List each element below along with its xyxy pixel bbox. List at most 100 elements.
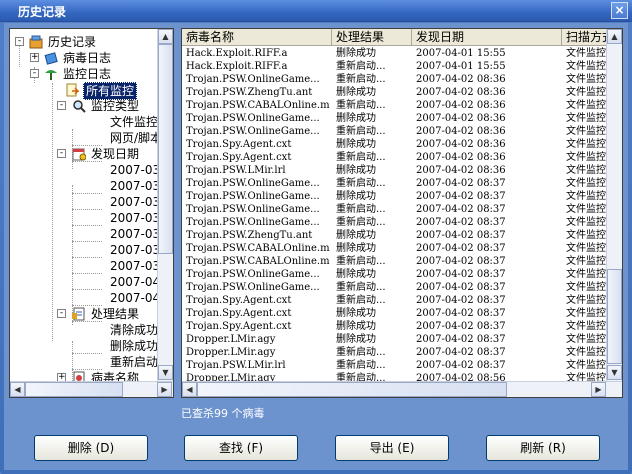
- table-row[interactable]: Trojan.PSW.LMir.lrl 删除成功 2007-04-02 08:36 文…: [182, 164, 608, 177]
- collapse-icon[interactable]: -: [57, 149, 66, 158]
- tree-node-date[interactable]: 2007-03: [10, 210, 160, 226]
- tree-node-date[interactable]: 2007-03: [10, 162, 160, 178]
- collapse-icon[interactable]: -: [30, 69, 39, 78]
- tree-node-date[interactable]: 2007-03: [10, 226, 161, 242]
- tree-node-result[interactable]: - 处理结果: [10, 306, 158, 322]
- tree-node-all-monitors[interactable]: 所有监控: [10, 82, 158, 100]
- tree-horizontal-scrollbar[interactable]: ◀ ▶: [10, 381, 173, 397]
- tree-node-label: 处理结果: [91, 307, 140, 321]
- scroll-left-icon[interactable]: ◀: [10, 382, 25, 397]
- scroll-down-icon[interactable]: ▼: [607, 365, 622, 380]
- tree-node-label: 2007-04: [110, 291, 161, 305]
- title-bar[interactable]: 历史记录 ×: [0, 0, 632, 22]
- table-row[interactable]: Trojan.PSW.ZhengTu.ant 删除成功 2007-04-02 08:…: [182, 86, 608, 99]
- scroll-up-icon[interactable]: ▲: [158, 29, 173, 44]
- tree-node-date[interactable]: 2007-04: [10, 290, 161, 306]
- tree-node-label: 历史记录: [48, 35, 97, 49]
- tree-node-monitor-log[interactable]: - 监控日志: [10, 66, 158, 82]
- table-row[interactable]: Trojan.PSW.OnlineGame... 删除成功 2007-04-02 0…: [182, 112, 608, 125]
- scroll-right-icon[interactable]: ▶: [591, 382, 606, 397]
- scroll-down-icon[interactable]: ▼: [158, 365, 173, 380]
- table-row[interactable]: Trojan.PSW.LMir.lrl 重新启动... 2007-04-02 08:…: [182, 359, 608, 372]
- cell-result: 重新启动...: [336, 347, 386, 358]
- tree-node-delete-success[interactable]: 删除成功: [10, 338, 158, 354]
- table-horizontal-scrollbar[interactable]: ◀ ▶: [182, 381, 622, 397]
- cell-date: 2007-04-02 08:36: [416, 74, 506, 85]
- scroll-thumb[interactable]: [197, 382, 507, 397]
- cell-date: 2007-04-02 08:36: [416, 165, 506, 176]
- table-row[interactable]: Trojan.PSW.OnlineGame... 重新启动... 2007-04-0…: [182, 73, 608, 86]
- cell-result: 重新启动...: [336, 100, 386, 111]
- scroll-left-icon[interactable]: ◀: [182, 382, 197, 397]
- table-row[interactable]: Hack.Exploit.RIFF.a 重新启动... 2007-04-01 15:…: [182, 60, 608, 73]
- tree-node-virus-log[interactable]: + 病毒日志: [10, 50, 158, 66]
- table-row[interactable]: Trojan.Spy.Agent.cxt 删除成功 2007-04-02 08:37…: [182, 307, 608, 320]
- tree-node-label: 2007-03: [110, 227, 161, 241]
- tree-node-web-script[interactable]: 网页/脚本: [10, 130, 162, 146]
- tree-node-history[interactable]: - 历史记录: [10, 34, 158, 50]
- table-row[interactable]: Trojan.PSW.CABALOnline.m 重新启动... 2007-04-0…: [182, 255, 608, 268]
- table-row[interactable]: Trojan.Spy.Agent.cxt 重新启动... 2007-04-02 08…: [182, 294, 608, 307]
- table-row[interactable]: Trojan.PSW.ZhengTu.ant 删除成功 2007-04-02 08:…: [182, 229, 608, 242]
- collapse-icon[interactable]: -: [57, 309, 66, 318]
- table-row[interactable]: Trojan.PSW.OnlineGame... 删除成功 2007-04-02 0…: [182, 268, 608, 281]
- collapse-icon[interactable]: -: [57, 101, 66, 110]
- table-row[interactable]: Trojan.Spy.Agent.cxt 重新启动... 2007-04-02 08…: [182, 151, 608, 164]
- expand-icon[interactable]: +: [30, 53, 39, 62]
- cell-virus-name: Trojan.PSW.CABALOnline.m: [186, 100, 330, 111]
- cell-date: 2007-04-02 08:37: [416, 256, 506, 267]
- tree-node-date[interactable]: 2007-03: [10, 194, 160, 210]
- tree-node-monitor-type[interactable]: - 监控类型: [10, 98, 158, 114]
- cell-date: 2007-04-02 08:37: [416, 243, 506, 254]
- export-button[interactable]: 导出 (E): [335, 435, 449, 461]
- tree-node-label: 监控类型: [91, 99, 140, 113]
- cell-result: 重新启动...: [336, 256, 386, 267]
- table-row[interactable]: Trojan.PSW.OnlineGame... 重新启动... 2007-04-0…: [182, 216, 608, 229]
- table-row[interactable]: Trojan.PSW.OnlineGame... 重新启动... 2007-04-0…: [182, 281, 608, 294]
- tree-node-file-monitor[interactable]: 文件监控: [10, 114, 158, 130]
- tree-node-found-date[interactable]: - 发现日期: [10, 146, 158, 162]
- table-row[interactable]: Trojan.Spy.Agent.cxt 删除成功 2007-04-02 08:36…: [182, 138, 608, 151]
- column-header-date[interactable]: 发现日期: [412, 29, 562, 46]
- table-vertical-scrollbar[interactable]: ▲ ▼: [606, 29, 622, 381]
- table-row[interactable]: Hack.Exploit.RIFF.a 删除成功 2007-04-01 15:55 文…: [182, 47, 608, 60]
- cell-date: 2007-04-01 15:55: [416, 48, 506, 59]
- table-row[interactable]: Trojan.PSW.CABALOnline.m 删除成功 2007-04-02 0…: [182, 242, 608, 255]
- scroll-thumb[interactable]: [25, 382, 123, 397]
- cell-date: 2007-04-02 08:37: [416, 347, 506, 358]
- table-row[interactable]: Trojan.PSW.OnlineGame... 重新启动... 2007-04-0…: [182, 125, 608, 138]
- table-row[interactable]: Trojan.PSW.OnlineGame... 删除成功 2007-04-02 0…: [182, 190, 608, 203]
- tree-node-date[interactable]: 2007-03: [10, 258, 160, 274]
- close-button[interactable]: ×: [611, 2, 628, 19]
- tree-node-clean-success[interactable]: 清除成功: [10, 322, 158, 338]
- tree-vertical-scrollbar[interactable]: ▲ ▼: [157, 29, 173, 381]
- table-row[interactable]: Trojan.Spy.Agent.cxt 删除成功 2007-04-02 08:37…: [182, 320, 608, 333]
- tree-node-date[interactable]: 2007-03: [10, 178, 161, 194]
- cell-virus-name: Trojan.PSW.OnlineGame...: [186, 113, 320, 124]
- cell-result: 删除成功: [336, 48, 376, 59]
- table-row[interactable]: Dropper.LMir.agy 删除成功 2007-04-02 08:37 文件监控: [182, 333, 608, 346]
- tree-node-label: 2007-03: [110, 179, 161, 193]
- tree-node-date[interactable]: 2007-03: [10, 242, 160, 258]
- collapse-icon[interactable]: -: [15, 37, 24, 46]
- scroll-thumb[interactable]: [158, 44, 173, 254]
- tree-node-reboot[interactable]: 重新启动: [10, 354, 158, 370]
- history-window: 历史记录 × - 历史记录 + 病毒日志 - 监控日志 所有监控 - 监控类型 …: [0, 0, 632, 474]
- scroll-right-icon[interactable]: ▶: [157, 382, 172, 397]
- table-row[interactable]: Trojan.PSW.OnlineGame... 重新启动... 2007-04-0…: [182, 203, 608, 216]
- cell-virus-name: Trojan.PSW.LMir.lrl: [186, 165, 286, 176]
- column-header-virus-name[interactable]: 病毒名称: [182, 29, 332, 46]
- cell-virus-name: Trojan.PSW.OnlineGame...: [186, 126, 320, 137]
- scroll-thumb[interactable]: [607, 269, 622, 364]
- cell-virus-name: Trojan.PSW.LMir.lrl: [186, 360, 286, 371]
- column-header-result[interactable]: 处理结果: [332, 29, 412, 46]
- scroll-up-icon[interactable]: ▲: [607, 29, 622, 44]
- refresh-button[interactable]: 刷新 (R): [486, 435, 600, 461]
- table-row[interactable]: Trojan.PSW.CABALOnline.m 重新启动... 2007-04-0…: [182, 99, 608, 112]
- tree-node-date[interactable]: 2007-04: [10, 274, 160, 290]
- cell-date: 2007-04-02 08:37: [416, 360, 506, 371]
- delete-button[interactable]: 删除 (D): [34, 435, 148, 461]
- table-row[interactable]: Trojan.PSW.OnlineGame... 重新启动... 2007-04-0…: [182, 177, 608, 190]
- find-button[interactable]: 查找 (F): [184, 435, 298, 461]
- table-row[interactable]: Dropper.LMir.agy 重新启动... 2007-04-02 08:37 文…: [182, 346, 608, 359]
